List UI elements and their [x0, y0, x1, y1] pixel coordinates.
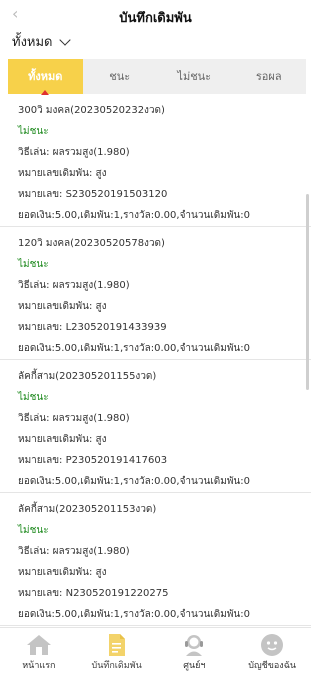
bet-record-card[interactable]: ลัคกี้สาม(202305201155งวด) ไม่ชนะ วิธีเล… [0, 360, 311, 493]
record-title: 120วิ มงคล(20230520578งวด) [18, 238, 165, 249]
record-bet-number: หมายเลขเดิมพัน: สูง [18, 168, 107, 179]
bet-record-card[interactable]: 120วิ มงคล(20230520578งวด) ไม่ชนะ วิธีเล… [0, 227, 311, 360]
tab-lose[interactable]: ไม่ชนะ [157, 59, 232, 94]
record-summary: ยอดเงิน:5.00,เดิมพัน:1,รางวัล:0.00,จำนวน… [18, 609, 251, 620]
tab-pending[interactable]: รอผล [232, 59, 307, 94]
bet-record-list[interactable]: 300วิ มงคล(20230520232งวด) ไม่ชนะ วิธีเล… [0, 94, 311, 627]
record-summary: ยอดเงิน:5.00,เดิมพัน:1,รางวัล:0.00,จำนวน… [18, 210, 251, 221]
bet-record-card[interactable]: 300วิ มงคล(20230520232งวด) ไม่ชนะ วิธีเล… [0, 94, 311, 227]
record-summary: ยอดเงิน:5.00,เดิมพัน:1,รางวัล:0.00,จำนวน… [18, 476, 251, 487]
record-title: 300วิ มงคล(20230520232งวด) [18, 105, 165, 116]
record-method: วิธีเล่น: ผลรวมสูง(1.980) [18, 546, 130, 557]
document-icon [104, 632, 130, 658]
header-bar: ‹ บันทึกเดิมพัน [0, 0, 311, 30]
record-serial: หมายเลข: P230520191417603 [18, 455, 168, 466]
record-title: ลัคกี้สาม(202305201153งวด) [18, 504, 157, 515]
record-status: ไม่ชนะ [18, 392, 49, 403]
tab-bar: ทั้งหมด ชนะ ไม่ชนะ รอผล [8, 59, 307, 95]
bet-record-card[interactable]: ลัคกี้สาม(202305201153งวด) ไม่ชนะ วิธีเล… [0, 493, 311, 626]
record-status: ไม่ชนะ [18, 259, 49, 270]
record-status: ไม่ชนะ [18, 126, 49, 137]
record-serial: หมายเลข: S230520191503120 [18, 189, 168, 200]
filter-label: ทั้งหมด [12, 35, 53, 50]
record-method: วิธีเล่น: ผลรวมสูง(1.980) [18, 280, 130, 291]
record-summary: ยอดเงิน:5.00,เดิมพัน:1,รางวัล:0.00,จำนวน… [18, 343, 251, 354]
record-method: วิธีเล่น: ผลรวมสูง(1.980) [18, 147, 130, 158]
tab-win[interactable]: ชนะ [83, 59, 158, 94]
nav-bet-records[interactable]: บันทึกเดิมพัน [78, 628, 156, 673]
account-face-icon [259, 632, 285, 658]
nav-home[interactable]: หน้าแรก [0, 628, 78, 673]
filter-dropdown[interactable]: ทั้งหมด [12, 31, 71, 52]
bottom-nav: หน้าแรก บันทึกเดิมพัน ศูนย์ฯ บัญชีของฉัน [0, 627, 311, 673]
record-method: วิธีเล่น: ผลรวมสูง(1.980) [18, 413, 130, 424]
tab-all[interactable]: ทั้งหมด [8, 59, 83, 95]
record-bet-number: หมายเลขเดิมพัน: สูง [18, 434, 107, 445]
nav-account-label: บัญชีของฉัน [248, 661, 296, 671]
nav-home-label: หน้าแรก [22, 661, 56, 671]
record-status: ไม่ชนะ [18, 525, 49, 536]
record-bet-number: หมายเลขเดิมพัน: สูง [18, 301, 107, 312]
support-agent-icon [181, 632, 207, 658]
chevron-down-icon [58, 33, 71, 46]
home-icon [26, 632, 52, 658]
record-serial: หมายเลข: L230520191433939 [18, 322, 167, 333]
record-bet-number: หมายเลขเดิมพัน: สูง [18, 567, 107, 578]
nav-bet-records-label: บันทึกเดิมพัน [91, 661, 142, 671]
nav-support[interactable]: ศูนย์ฯ [156, 628, 234, 673]
scrollbar[interactable] [306, 194, 309, 390]
page-title: บันทึกเดิมพัน [119, 11, 192, 26]
nav-account[interactable]: บัญชีของฉัน [233, 628, 311, 673]
record-serial: หมายเลข: N230520191220275 [18, 588, 169, 599]
record-title: ลัคกี้สาม(202305201155งวด) [18, 371, 157, 382]
nav-support-label: ศูนย์ฯ [183, 661, 206, 671]
